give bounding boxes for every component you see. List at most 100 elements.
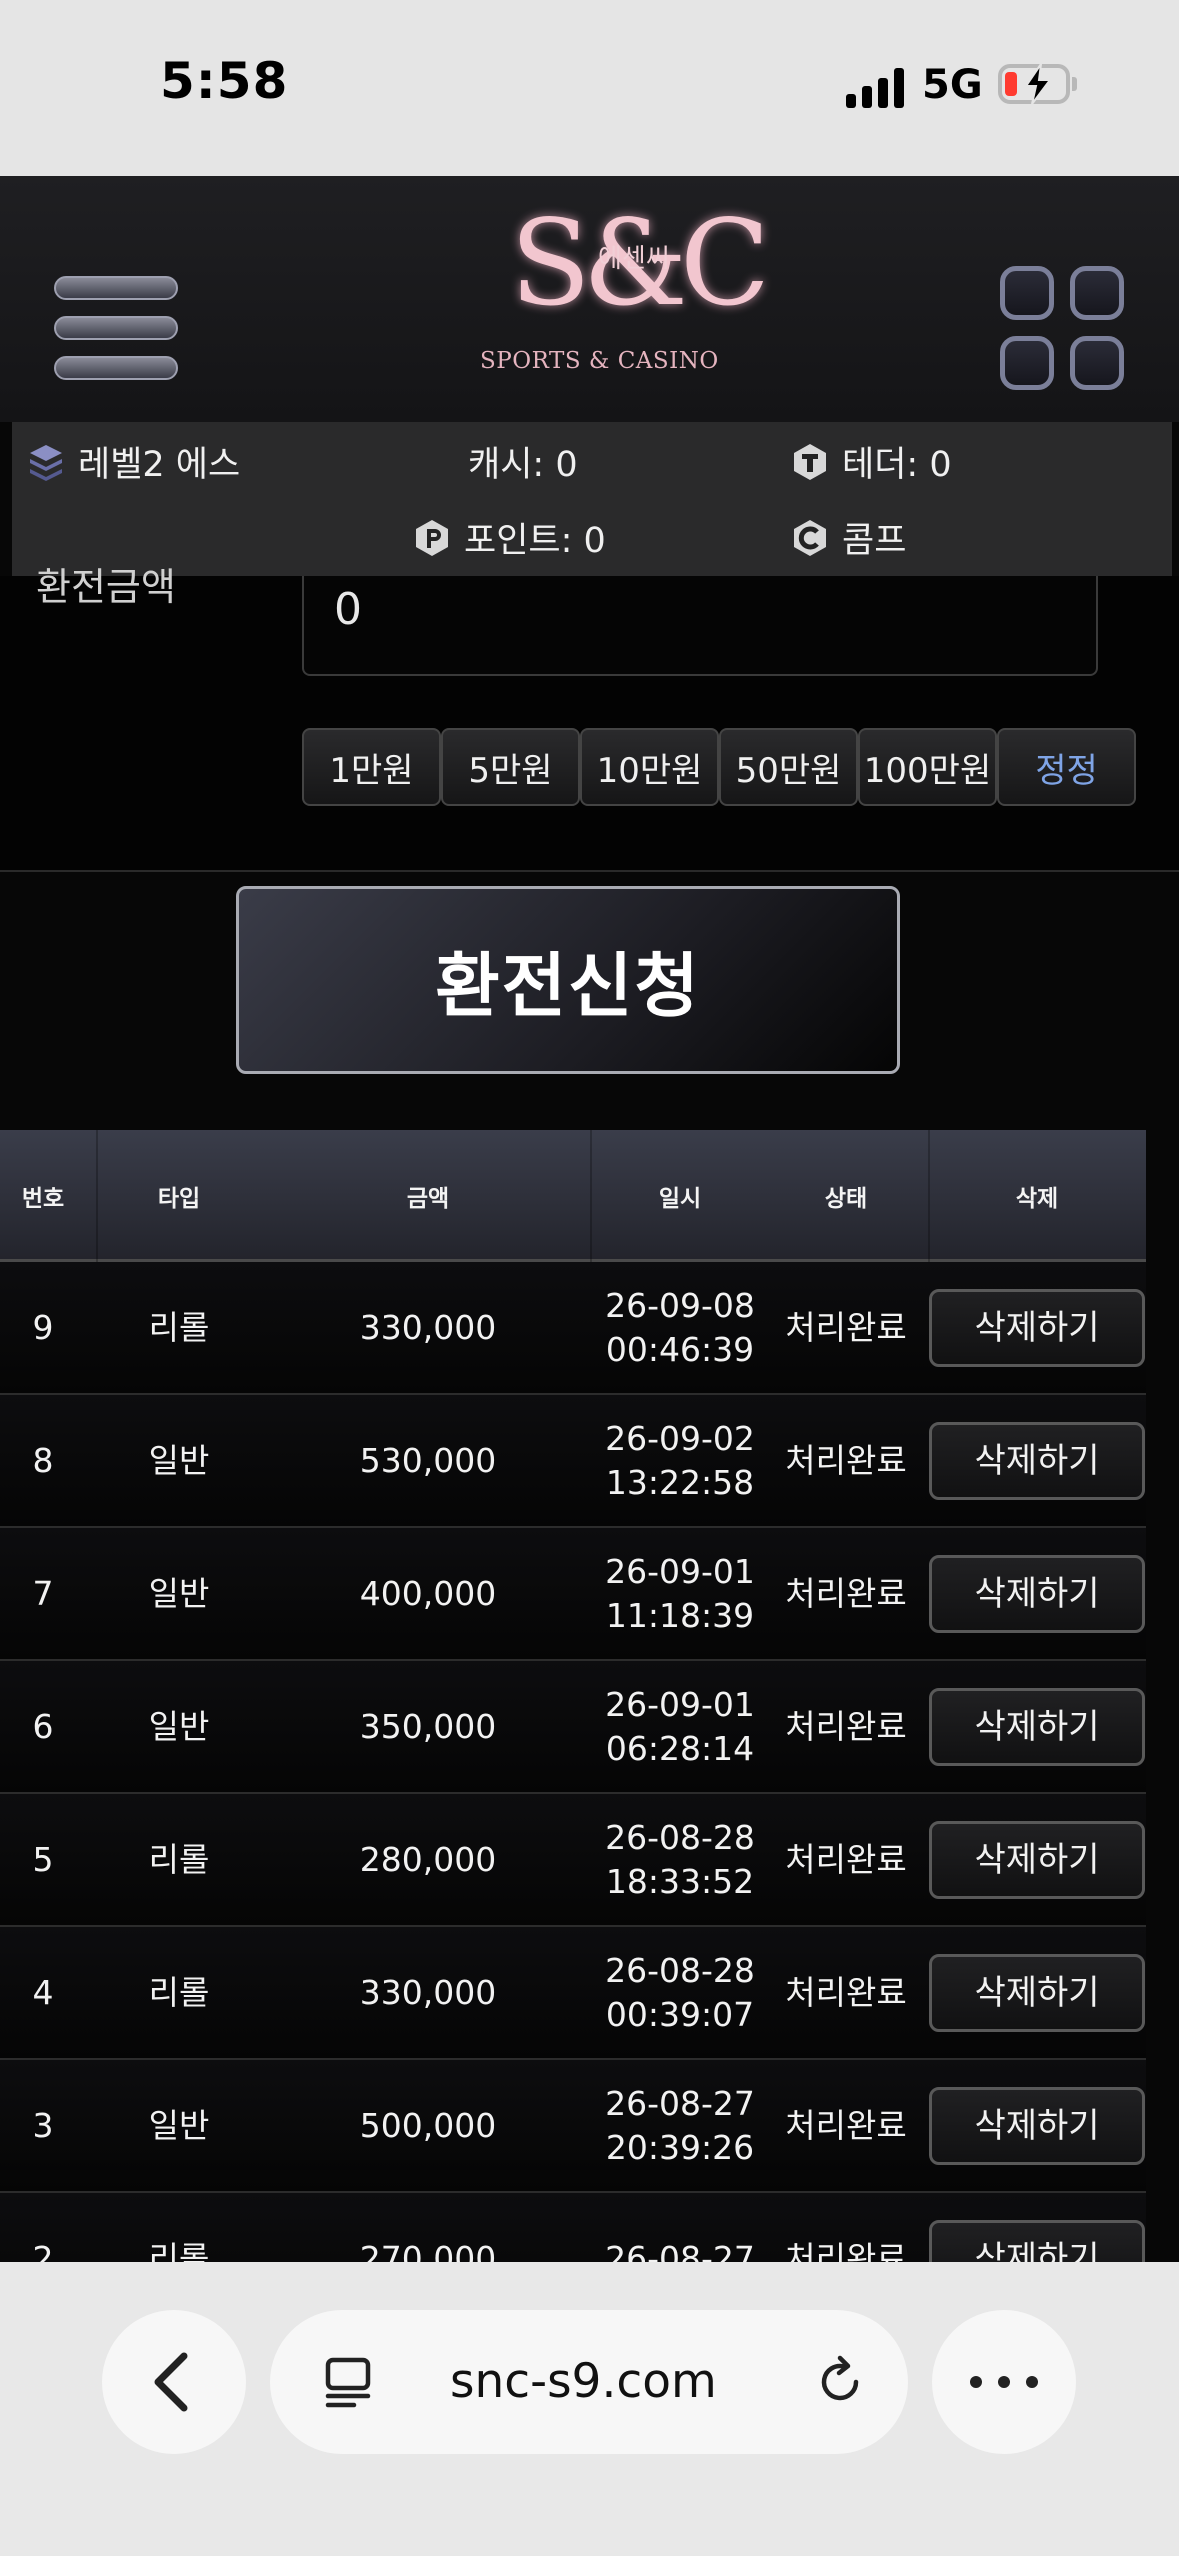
row-date: 26-08-27 (605, 2238, 755, 2263)
row-delete-cell: 삭제하기 (928, 2060, 1146, 2191)
delete-button[interactable]: 삭제하기 (929, 1421, 1145, 1500)
header-amount: 금액 (406, 1186, 450, 1212)
menu-icon[interactable] (54, 276, 178, 380)
level-layers-icon (30, 444, 62, 481)
user-info-bar: 레벨2 에스 캐시: 0 테더: 0 포인트: 0 콤프 (12, 422, 1172, 576)
row-datetime: 26-08-28 18:33:52 (580, 1794, 780, 1925)
header-no: 번호 (21, 1186, 65, 1212)
more-options-button[interactable] (932, 2310, 1076, 2454)
row-time: 20:39:26 (605, 2127, 755, 2167)
table-row: 4 리롤 330,000 26-08-28 00:39:07 처리완료 삭제하기 (0, 1927, 1146, 2060)
row-amount: 330,000 (359, 1307, 497, 1347)
row-amount: 530,000 (359, 1440, 497, 1480)
row-amount: 330,000 (359, 1972, 497, 2012)
row-datetime: 26-09-08 00:46:39 (580, 1262, 780, 1393)
row-status: 처리완료 (785, 2105, 907, 2145)
row-datetime: 26-09-01 11:18:39 (580, 1528, 780, 1659)
reset-button[interactable]: 정정 (997, 728, 1136, 806)
grid-menu-icon[interactable] (1000, 266, 1124, 390)
row-delete-cell: 삭제하기 (928, 1528, 1146, 1659)
tether-balance: 테더: 0 (790, 436, 952, 487)
row-datetime: 26-08-27 20:39:26 (580, 2060, 780, 2191)
url-text: snc-s9.com (450, 2354, 717, 2409)
point-icon (416, 519, 448, 556)
row-delete-cell: 삭제하기 (928, 1794, 1146, 1925)
amount-chip-group: 1만원 5만원 10만원 50만원 100만원 정정 (302, 728, 1136, 806)
row-date: 26-09-01 (605, 1551, 755, 1591)
point-balance[interactable]: 포인트: 0 (412, 512, 606, 563)
row-type: 일반 (148, 1706, 210, 1746)
delete-button[interactable]: 삭제하기 (929, 2219, 1145, 2262)
tab-overview-icon[interactable] (318, 2352, 378, 2412)
row-status: 처리완료 (785, 1307, 907, 1347)
site-logo[interactable]: S&C 에센씨 SPORTS & CASINO (470, 198, 770, 388)
header-delete: 삭제 (1015, 1186, 1059, 1212)
row-type: 일반 (148, 1573, 210, 1613)
address-bar[interactable]: snc-s9.com (270, 2310, 908, 2454)
user-level[interactable]: 레벨2 에스 (26, 436, 240, 487)
comp-link[interactable]: 콤프 (790, 512, 906, 563)
status-time: 5:58 (160, 52, 289, 110)
row-date: 26-09-02 (605, 1418, 755, 1458)
delete-button[interactable]: 삭제하기 (929, 1953, 1145, 2032)
point-balance-text: 포인트: 0 (464, 521, 606, 561)
browser-toolbar: snc-s9.com (0, 2262, 1179, 2556)
row-type: 일반 (148, 2105, 210, 2145)
row-delete-cell: 삭제하기 (928, 1927, 1146, 2058)
row-status: 처리완료 (785, 1573, 907, 1613)
amount-input[interactable]: 0 (302, 576, 1098, 676)
row-amount: 350,000 (359, 1706, 497, 1746)
row-time: 13:22:58 (605, 1462, 755, 1502)
screen: 5:58 5G S&C 에센씨 SPORTS & CASINO 레벨2 에스 캐… (0, 0, 1179, 2556)
row-datetime: 26-08-28 00:39:07 (580, 1927, 780, 2058)
row-time: 11:18:39 (605, 1595, 755, 1635)
cash-balance: 캐시: 0 (468, 436, 578, 487)
table-row: 5 리롤 280,000 26-08-28 18:33:52 처리완료 삭제하기 (0, 1794, 1146, 1927)
logo-subtitle: SPORTS & CASINO (480, 348, 719, 374)
row-time: 06:28:14 (605, 1728, 755, 1768)
row-date: 26-08-28 (605, 1817, 755, 1857)
row-type: 리롤 (148, 1307, 210, 1347)
exchange-request-button[interactable]: 환전신청 (236, 886, 900, 1074)
delete-button[interactable]: 삭제하기 (929, 1554, 1145, 1633)
battery-charging-icon (998, 63, 1078, 108)
chip-500k-button[interactable]: 50만원 (719, 728, 858, 806)
delete-button[interactable]: 삭제하기 (929, 1820, 1145, 1899)
table-row: 2 리롤 270,000 26-08-27 처리완료 삭제하기 (0, 2193, 1146, 2262)
row-date: 26-09-08 (605, 1285, 755, 1325)
chip-10k-button[interactable]: 1만원 (302, 728, 441, 806)
back-button[interactable] (102, 2310, 246, 2454)
site-header: S&C 에센씨 SPORTS & CASINO (0, 176, 1179, 422)
tether-icon (794, 443, 826, 480)
header-status: 상태 (824, 1186, 868, 1212)
row-amount: 270,000 (359, 2238, 497, 2263)
exchange-history-table: 번호 타입 금액 일시 상태 삭제 9 리롤 330,000 26-09-08 00:4… (0, 1130, 1146, 2262)
row-no: 3 (32, 2105, 54, 2145)
row-date: 26-08-27 (605, 2083, 755, 2123)
chip-1m-button[interactable]: 100만원 (858, 728, 997, 806)
row-no: 2 (32, 2238, 54, 2263)
row-delete-cell: 삭제하기 (928, 1661, 1146, 1792)
user-level-text: 레벨2 에스 (78, 445, 241, 485)
row-datetime: 26-08-27 (580, 2193, 780, 2263)
delete-button[interactable]: 삭제하기 (929, 1687, 1145, 1766)
chevron-left-icon (154, 2352, 188, 2412)
delete-button[interactable]: 삭제하기 (929, 2086, 1145, 2165)
row-delete-cell: 삭제하기 (928, 1395, 1146, 1526)
row-no: 4 (32, 1972, 54, 2012)
row-no: 9 (32, 1307, 54, 1347)
reload-icon[interactable] (810, 2352, 870, 2412)
logo-korean-text: 에센씨 (598, 244, 670, 274)
table-row: 6 일반 350,000 26-09-01 06:28:14 처리완료 삭제하기 (0, 1661, 1146, 1794)
row-no: 6 (32, 1706, 54, 1746)
chip-100k-button[interactable]: 10만원 (580, 728, 719, 806)
chip-50k-button[interactable]: 5만원 (441, 728, 580, 806)
header-type: 타입 (157, 1186, 201, 1212)
row-delete-cell: 삭제하기 (928, 1262, 1146, 1393)
delete-button[interactable]: 삭제하기 (929, 1288, 1145, 1367)
table-header: 번호 타입 금액 일시 상태 삭제 (0, 1130, 1146, 1262)
ellipsis-icon (970, 2376, 1038, 2388)
cash-balance-text: 캐시: 0 (468, 445, 578, 485)
row-status: 처리완료 (785, 1972, 907, 2012)
row-datetime: 26-09-02 13:22:58 (580, 1395, 780, 1526)
